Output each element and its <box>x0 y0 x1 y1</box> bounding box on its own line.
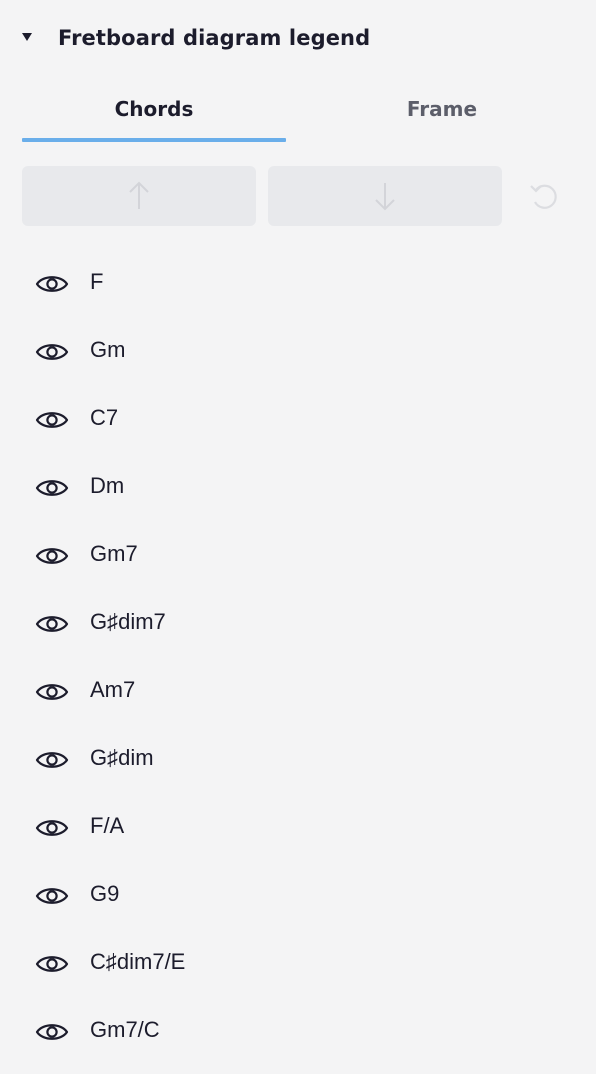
chord-name: Am7 <box>90 677 136 702</box>
chord-order-toolbar <box>22 166 574 226</box>
visibility-eye-icon[interactable] <box>35 410 69 430</box>
active-tab-indicator <box>22 138 286 142</box>
chord-name: C7 <box>90 405 119 430</box>
chord-row[interactable]: Gm <box>0 318 596 386</box>
chord-row[interactable]: C7 <box>0 386 596 454</box>
tab-chords[interactable]: Chords <box>22 88 286 142</box>
chord-row[interactable]: G♯dim <box>0 726 596 794</box>
tab-frame-label: Frame <box>406 97 478 121</box>
move-up-button[interactable] <box>22 166 256 226</box>
visibility-eye-icon[interactable] <box>35 954 69 974</box>
chord-name: G♯dim7 <box>90 609 166 634</box>
chord-row[interactable]: G♯dim7 <box>0 590 596 658</box>
chord-name: F/A <box>90 813 125 838</box>
panel-header[interactable]: Fretboard diagram legend <box>0 18 596 62</box>
chord-row[interactable]: F <box>0 250 596 318</box>
visibility-eye-icon[interactable] <box>35 750 69 770</box>
arrow-up-icon <box>129 181 149 209</box>
arrow-down-icon <box>375 183 395 211</box>
chord-name: Gm7/C <box>90 1017 160 1042</box>
chord-row[interactable]: G9 <box>0 862 596 930</box>
fretboard-legend-panel: Fretboard diagram legend Chords Frame F … <box>0 0 596 1074</box>
tab-chords-label: Chords <box>114 97 194 121</box>
chord-row[interactable]: Gm7 <box>0 522 596 590</box>
visibility-eye-icon[interactable] <box>35 546 69 566</box>
chord-row[interactable]: Dm <box>0 454 596 522</box>
visibility-eye-icon[interactable] <box>35 886 69 906</box>
reset-order-button[interactable] <box>524 178 564 214</box>
collapse-caret-icon[interactable] <box>22 33 32 41</box>
tab-bar: Chords Frame <box>22 88 574 142</box>
move-down-button[interactable] <box>268 166 502 226</box>
chord-name: Gm7 <box>90 541 138 566</box>
chord-name: F <box>90 269 104 294</box>
chord-name: C♯dim7/E <box>90 949 186 974</box>
visibility-eye-icon[interactable] <box>35 478 69 498</box>
chord-name: Gm <box>90 337 126 362</box>
tab-frame[interactable]: Frame <box>310 88 574 142</box>
chord-list: F Gm C7 Dm Gm7 G♯dim7 Am7 G♯dim F/A G9 C♯dim7/E Gm7… <box>0 250 596 1066</box>
chord-name: G♯dim <box>90 745 154 770</box>
undo-icon <box>530 184 557 209</box>
visibility-eye-icon[interactable] <box>35 342 69 362</box>
visibility-eye-icon[interactable] <box>35 818 69 838</box>
chord-row[interactable]: Gm7/C <box>0 998 596 1066</box>
visibility-eye-icon[interactable] <box>35 274 69 294</box>
visibility-eye-icon[interactable] <box>35 682 69 702</box>
chord-row[interactable]: F/A <box>0 794 596 862</box>
visibility-eye-icon[interactable] <box>35 614 69 634</box>
panel-title: Fretboard diagram legend <box>58 26 371 50</box>
chord-row[interactable]: Am7 <box>0 658 596 726</box>
chord-name: G9 <box>90 881 120 906</box>
chord-name: Dm <box>90 473 125 498</box>
visibility-eye-icon[interactable] <box>35 1022 69 1042</box>
chord-row[interactable]: C♯dim7/E <box>0 930 596 998</box>
